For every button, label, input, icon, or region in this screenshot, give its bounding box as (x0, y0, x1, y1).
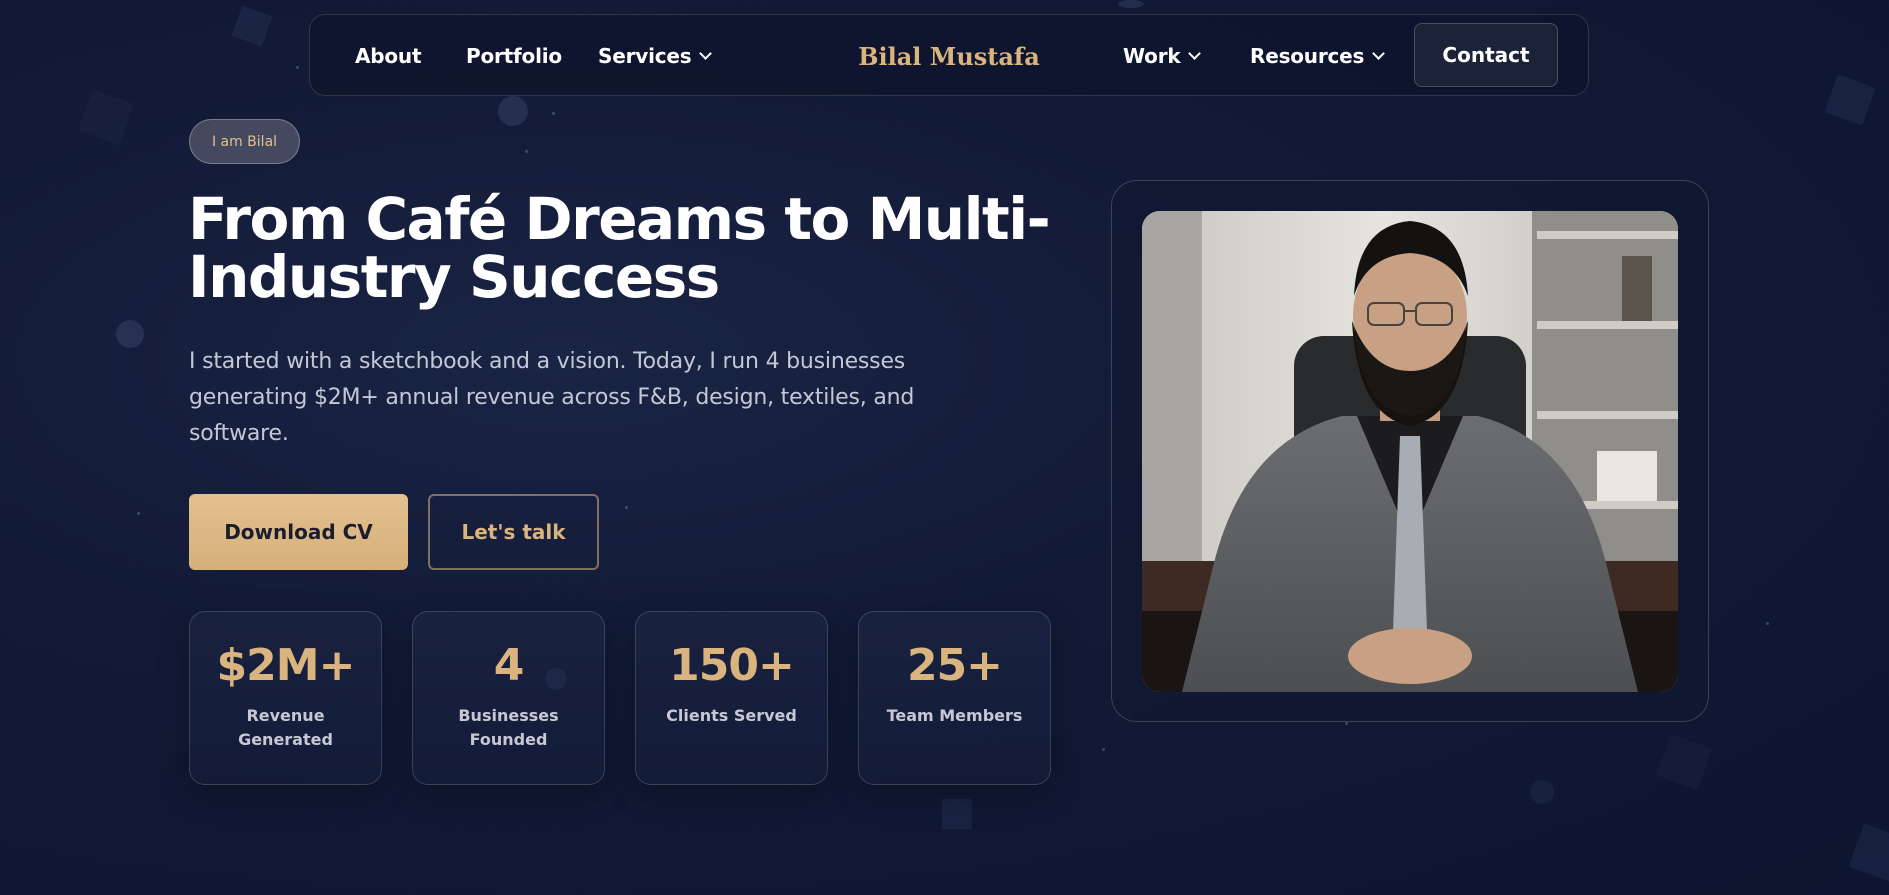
decor-dot (116, 320, 144, 348)
stat-value: $2M+ (216, 640, 356, 691)
chevron-down-icon (1372, 47, 1386, 60)
download-cv-label: Download CV (224, 520, 373, 544)
hero-headline: From Café Dreams to Multi- Industry Succ… (188, 190, 1078, 306)
decor-speck (525, 150, 528, 153)
stat-label: Revenue Generated (238, 706, 333, 749)
chevron-down-icon (1188, 47, 1202, 60)
stat-card-revenue: $2M+ Revenue Generated (189, 611, 382, 785)
nav-portfolio-label: Portfolio (466, 44, 562, 68)
decor-square (77, 88, 135, 146)
nav-portfolio[interactable]: Portfolio (466, 15, 562, 97)
stat-card-businesses: 4 Businesses Founded (412, 611, 605, 785)
decor-speck (1102, 748, 1105, 751)
decor-speck (1766, 622, 1769, 625)
stat-label: Businesses Founded (458, 706, 559, 749)
decor-speck (296, 66, 299, 69)
decor-dot (1118, 0, 1144, 8)
intro-badge-label: I am Bilal (211, 133, 278, 150)
decor-square (942, 799, 972, 829)
brand-name: Bilal Mustafa (858, 41, 1040, 71)
nav-work-dropdown[interactable]: Work (1123, 15, 1202, 97)
nav-services-dropdown[interactable]: Services (598, 15, 713, 97)
stat-value: 25+ (906, 640, 1003, 691)
decor-square (1848, 823, 1889, 883)
decor-speck (137, 512, 140, 515)
lets-talk-button[interactable]: Let's talk (428, 494, 599, 570)
hero-description: I started with a sketchbook and a vision… (189, 349, 915, 446)
portrait-illustration (1142, 211, 1678, 692)
download-cv-button[interactable]: Download CV (189, 494, 408, 570)
decor-speck (1345, 722, 1348, 725)
nav-work-label: Work (1123, 44, 1181, 68)
decor-speck (552, 112, 555, 115)
decor-dot (498, 96, 528, 126)
stat-label: Clients Served (666, 706, 797, 725)
decor-square (1824, 74, 1876, 126)
contact-button-label: Contact (1442, 43, 1530, 67)
decor-square (231, 5, 273, 47)
chevron-down-icon (699, 47, 713, 60)
top-navigation: About Portfolio Services Bilal Mustafa W… (309, 14, 1589, 96)
lets-talk-label: Let's talk (461, 520, 566, 544)
decor-speck (625, 506, 628, 509)
portrait-photo (1142, 211, 1678, 692)
stat-value: 4 (493, 640, 525, 691)
nav-resources-label: Resources (1250, 44, 1365, 68)
decor-dot (1530, 780, 1554, 804)
nav-about-label: About (355, 44, 422, 68)
nav-about[interactable]: About (355, 15, 422, 97)
contact-button[interactable]: Contact (1414, 23, 1558, 87)
stat-card-clients: 150+ Clients Served (635, 611, 828, 785)
nav-resources-dropdown[interactable]: Resources (1250, 15, 1386, 97)
intro-badge: I am Bilal (189, 119, 300, 164)
portrait-card (1111, 180, 1709, 722)
stat-label: Team Members (886, 706, 1023, 725)
decor-square (1655, 733, 1713, 791)
hero-headline-line1: From Café Dreams to Multi- (188, 185, 1051, 253)
nav-services-label: Services (598, 44, 692, 68)
stat-value: 150+ (669, 640, 795, 691)
stat-card-team: 25+ Team Members (858, 611, 1051, 785)
hero-headline-line2: Industry Success (188, 243, 720, 311)
